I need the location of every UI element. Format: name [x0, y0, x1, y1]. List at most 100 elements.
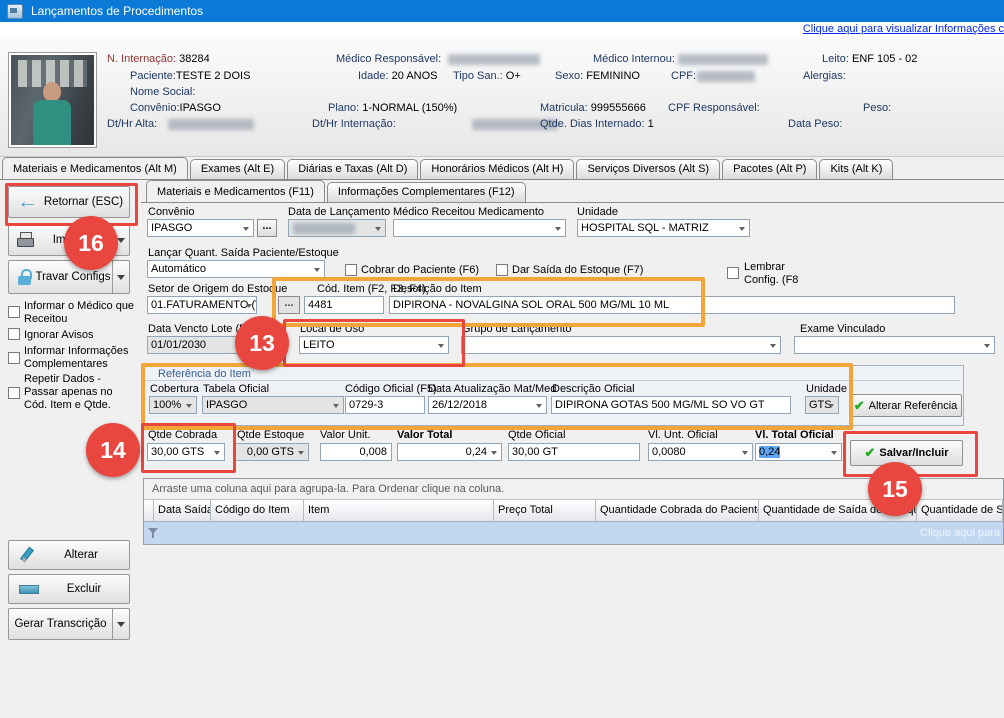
check-icon: ✔	[865, 445, 876, 461]
alterar-referencia-button[interactable]: ✔ Alterar Referência	[849, 394, 962, 417]
column-item[interactable]: Item	[304, 500, 494, 522]
data-vencto-input[interactable]: 01/01/2030	[147, 336, 240, 354]
checkbox-cobrar-paciente-label: Cobrar do Paciente (F6)	[361, 264, 479, 276]
column-data-saida[interactable]: Data Saída	[154, 500, 211, 522]
grid-filter-row[interactable]: Clique aqui para	[144, 522, 1003, 545]
field-dthr-alta: Dt/Hr Alta:	[107, 118, 157, 130]
checkbox-lembrar-config[interactable]	[727, 267, 739, 279]
checkbox-lembrar-config-label: Lembrar Config. (F8	[744, 261, 806, 287]
field-leito: Leito: ENF 105 - 02	[822, 53, 917, 65]
tab-diarias-taxas[interactable]: Diárias e Taxas (Alt D)	[287, 159, 418, 179]
codigo-oficial-label: Código Oficial (F5)	[345, 383, 437, 395]
grupo-lancamento-combo[interactable]	[461, 336, 781, 354]
field-matricula: Matricula: 999555666	[540, 102, 646, 114]
local-uso-combo[interactable]: LEITO	[299, 336, 449, 354]
tab-materiais-f11[interactable]: Materiais e Medicamentos (F11)	[146, 180, 325, 202]
lancar-quant-combo[interactable]: Automático	[147, 260, 325, 278]
tab-honorarios-medicos[interactable]: Honorários Médicos (Alt H)	[420, 159, 574, 179]
grid-header-row: Data Saída Código do Item Item Preço Tot…	[144, 500, 1003, 522]
valor-unit-label: Valor Unit.	[320, 429, 371, 441]
checkbox-cobrar-paciente[interactable]	[345, 264, 357, 276]
main-tab-strip: Materiais e Medicamentos (Alt M) Exames …	[2, 156, 895, 179]
qtde-cobrada-combo[interactable]: 30,00 GTS	[147, 443, 225, 461]
field-idade: Idade: 20 ANOS	[358, 70, 438, 82]
tab-complementares-f12[interactable]: Informações Complementares (F12)	[327, 182, 526, 202]
imprimir-button[interactable]: Imprimir	[8, 224, 130, 256]
field-tipo-san: Tipo San.: O+	[453, 70, 521, 82]
column-qtd-cobrada-paciente[interactable]: Quantidade Cobrada do Paciente	[596, 500, 759, 522]
checkbox-informar-complementares[interactable]	[8, 352, 20, 364]
tab-servicos-diversos[interactable]: Serviços Diversos (Alt S)	[576, 159, 720, 179]
field-plano: Plano: 1-NORMAL (150%)	[328, 102, 457, 114]
excluir-button[interactable]: Excluir	[8, 574, 130, 604]
data-vencto-label: Data Vencto Lote (F	[148, 323, 246, 335]
valor-total-label: Valor Total	[397, 429, 452, 441]
cobertura-combo[interactable]: 100%	[149, 396, 197, 414]
unidade-oficial-combo[interactable]: GTS	[805, 396, 839, 414]
descricao-item-input[interactable]: DIPIRONA - NOVALGINA SOL ORAL 500 MG/ML …	[389, 296, 955, 314]
checkbox-repetir-dados-label: Repetir Dados - Passar apenas no Cód. It…	[24, 373, 136, 412]
alterar-button[interactable]: Alterar	[8, 540, 130, 570]
field-convenio-header: Convênio:IPASGO	[130, 102, 221, 114]
medico-receitou-label: Médico Receitou Medicamento	[393, 206, 544, 218]
grid-indicator-column	[144, 500, 154, 522]
column-qtd-saida-estoque[interactable]: Quantidade de Saída do Estoque	[759, 500, 917, 522]
vl-unt-oficial-combo[interactable]: 0,0080	[648, 443, 753, 461]
field-cpf-responsavel: CPF Responsável:	[668, 102, 760, 114]
field-medico-internou: Médico Internou:	[593, 53, 675, 65]
valor-total-combo[interactable]: 0,24	[397, 443, 502, 461]
codigo-oficial-input[interactable]: 0729-3	[345, 396, 425, 414]
data-atualizacao-combo[interactable]: 26/12/2018	[428, 396, 547, 414]
imprimir-dropdown[interactable]	[112, 225, 129, 255]
vl-total-oficial-combo[interactable]: 0,24	[755, 443, 842, 461]
view-info-link[interactable]: Clique aqui para visualizar Informações …	[803, 23, 1004, 35]
convenio-combo[interactable]: IPASGO	[147, 219, 254, 237]
setor-combo[interactable]: 01.FATURAMENTO (VIR	[147, 296, 257, 314]
lock-icon	[18, 269, 34, 286]
cod-item-browse-button[interactable]: ...	[278, 296, 300, 314]
referencia-title: Referência do Item	[158, 368, 251, 380]
gerar-transcricao-dropdown[interactable]	[112, 609, 129, 639]
field-alergias: Alergias:	[803, 70, 846, 82]
qtde-oficial-input[interactable]: 30,00 GT	[508, 443, 640, 461]
valor-unit-input[interactable]: 0,008	[320, 443, 392, 461]
tabela-oficial-label: Tabela Oficial	[203, 383, 269, 395]
grid-group-bar[interactable]: Arraste uma coluna aqui para agrupa-la. …	[144, 479, 1003, 500]
checkbox-dar-saida[interactable]	[496, 264, 508, 276]
tab-pacotes[interactable]: Pacotes (Alt P)	[722, 159, 817, 179]
checkbox-repetir-dados[interactable]	[8, 387, 20, 399]
qtde-oficial-label: Qtde Oficial	[508, 429, 565, 441]
field-nome-social: Nome Social:	[130, 86, 195, 98]
tab-materiais-medicamentos[interactable]: Materiais e Medicamentos (Alt M)	[2, 157, 188, 179]
redacted-value	[678, 54, 768, 65]
tab-exames[interactable]: Exames (Alt E)	[190, 159, 285, 179]
column-qtd-sa[interactable]: Quantidade de Sa	[917, 500, 1003, 522]
qtde-estoque-combo[interactable]: 0,00 GTS	[235, 443, 309, 461]
checkbox-dar-saida-label: Dar Saída do Estoque (F7)	[512, 264, 643, 276]
checkbox-informar-medico[interactable]	[8, 306, 20, 318]
convenio-browse-button[interactable]: ...	[257, 219, 277, 237]
cod-item-input[interactable]: 4481	[304, 296, 384, 314]
field-sexo: Sexo: FEMININO	[555, 70, 640, 82]
salvar-incluir-button[interactable]: ✔ Salvar/Incluir	[850, 440, 963, 466]
annotation-circle-14: 14	[86, 423, 140, 477]
column-preco-total[interactable]: Preço Total	[494, 500, 596, 522]
unidade-combo[interactable]: HOSPITAL SQL - MATRIZ	[577, 219, 750, 237]
travar-configs-button[interactable]: Travar Configs	[8, 260, 130, 294]
retornar-button[interactable]: ← Retornar (ESC)	[8, 186, 130, 218]
inner-tab-strip: Materiais e Medicamentos (F11) Informaçõ…	[146, 182, 528, 202]
funnel-icon	[148, 528, 159, 539]
gerar-transcricao-button[interactable]: Gerar Transcrição	[8, 608, 130, 640]
checkbox-ignorar-avisos[interactable]	[8, 328, 20, 340]
redacted-value	[697, 71, 755, 82]
title-bar: Lançamentos de Procedimentos	[0, 0, 1004, 22]
column-codigo-item[interactable]: Código do Item	[211, 500, 304, 522]
descricao-oficial-input[interactable]: DIPIRONA GOTAS 500 MG/ML SO VO GT	[551, 396, 791, 414]
travar-dropdown[interactable]	[112, 261, 129, 293]
exame-vinculado-combo[interactable]	[794, 336, 995, 354]
medico-receitou-combo[interactable]	[393, 219, 566, 237]
field-dthr-internacao: Dt/Hr Internação:	[312, 118, 396, 130]
tabela-oficial-combo[interactable]: IPASGO	[202, 396, 344, 414]
tab-kits[interactable]: Kits (Alt K)	[819, 159, 893, 179]
field-n-internacao: N. Internação: 38284	[107, 53, 210, 65]
